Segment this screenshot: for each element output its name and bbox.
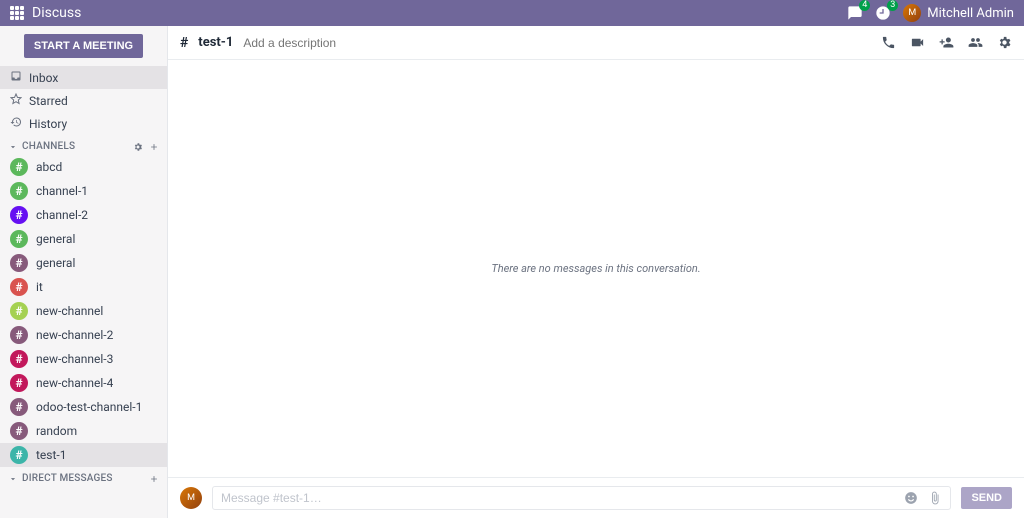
app-body: START A MEETING Inbox Starred History CHAN… <box>0 26 1024 518</box>
phone-icon[interactable] <box>881 35 896 50</box>
channel-item[interactable]: # random <box>0 419 167 443</box>
members-icon[interactable] <box>968 35 983 50</box>
channel-name: test-1 <box>36 448 66 462</box>
thread-title: # test-1 <box>180 35 443 51</box>
channel-item[interactable]: # channel-2 <box>0 203 167 227</box>
hash-icon: # <box>180 35 188 51</box>
channel-item[interactable]: # general <box>0 227 167 251</box>
channel-item[interactable]: # new-channel-4 <box>0 371 167 395</box>
empty-thread-text: There are no messages in this conversati… <box>491 262 700 275</box>
gear-icon[interactable] <box>997 35 1012 50</box>
messages-badge: 4 <box>859 0 870 11</box>
thread-header: # test-1 <box>168 26 1024 60</box>
navbar-right: 4 3 M Mitchell Admin <box>847 4 1014 22</box>
hash-icon: # <box>10 350 28 368</box>
channel-name: new-channel-4 <box>36 376 113 390</box>
avatar: M <box>180 487 202 509</box>
channel-item[interactable]: # new-channel-2 <box>0 323 167 347</box>
channel-item[interactable]: # new-channel <box>0 299 167 323</box>
channel-item[interactable]: # general <box>0 251 167 275</box>
channel-name: abcd <box>36 160 62 174</box>
mailbox-label: Inbox <box>29 71 58 85</box>
content: # test-1 There are no messages in this c… <box>168 26 1024 518</box>
channels-section-header[interactable]: CHANNELS <box>0 135 167 155</box>
hash-icon: # <box>10 446 28 464</box>
channel-name: new-channel-3 <box>36 352 113 366</box>
mailbox-label: History <box>29 117 67 131</box>
gear-icon[interactable] <box>133 142 143 152</box>
navbar-left: Discuss <box>10 5 81 21</box>
channel-item[interactable]: # test-1 <box>0 443 167 467</box>
hash-icon: # <box>10 302 28 320</box>
hash-icon: # <box>10 398 28 416</box>
hash-icon: # <box>10 182 28 200</box>
activities-indicator[interactable]: 3 <box>875 5 891 21</box>
channel-name: odoo-test-channel-1 <box>36 400 142 414</box>
avatar: M <box>903 4 921 22</box>
channel-name: general <box>36 256 75 270</box>
channel-item[interactable]: # it <box>0 275 167 299</box>
hash-icon: # <box>10 278 28 296</box>
chevron-down-icon <box>8 142 18 152</box>
attachment-icon[interactable] <box>928 491 942 505</box>
hash-icon: # <box>10 254 28 272</box>
user-name: Mitchell Admin <box>927 6 1014 21</box>
messages-indicator[interactable]: 4 <box>847 5 863 21</box>
channel-item[interactable]: # abcd <box>0 155 167 179</box>
add-user-icon[interactable] <box>939 35 954 50</box>
history-icon <box>10 116 22 131</box>
navbar: Discuss 4 3 M Mitchell Admin <box>0 0 1024 26</box>
hash-icon: # <box>10 206 28 224</box>
plus-icon[interactable] <box>149 474 159 484</box>
channel-item[interactable]: # odoo-test-channel-1 <box>0 395 167 419</box>
composer: M SEND <box>168 477 1024 518</box>
thread-name: test-1 <box>198 35 233 50</box>
composer-box[interactable] <box>212 486 951 510</box>
mailbox-star[interactable]: Starred <box>0 89 167 112</box>
hash-icon: # <box>10 230 28 248</box>
channel-name: new-channel-2 <box>36 328 113 342</box>
send-button[interactable]: SEND <box>961 487 1012 509</box>
channel-name: channel-2 <box>36 208 88 222</box>
channel-name: it <box>36 280 43 294</box>
start-meeting-button[interactable]: START A MEETING <box>24 34 143 58</box>
hash-icon: # <box>10 374 28 392</box>
hash-icon: # <box>10 422 28 440</box>
mailbox-inbox[interactable]: Inbox <box>0 66 167 89</box>
sidebar: START A MEETING Inbox Starred History CHAN… <box>0 26 168 518</box>
thread-body: There are no messages in this conversati… <box>168 60 1024 477</box>
channel-name: general <box>36 232 75 246</box>
chevron-down-icon <box>8 474 18 484</box>
channel-item[interactable]: # new-channel-3 <box>0 347 167 371</box>
channel-name: random <box>36 424 77 438</box>
apps-icon[interactable] <box>10 6 24 20</box>
hash-icon: # <box>10 158 28 176</box>
hash-icon: # <box>10 326 28 344</box>
emoji-icon[interactable] <box>904 491 918 505</box>
mailbox-history[interactable]: History <box>0 112 167 135</box>
mailbox-label: Starred <box>29 94 68 108</box>
thread-description-input[interactable] <box>243 36 443 50</box>
dm-label: DIRECT MESSAGES <box>22 473 113 484</box>
dm-section-header[interactable]: DIRECT MESSAGES <box>0 467 167 487</box>
star-icon <box>10 93 22 108</box>
thread-actions <box>881 35 1012 50</box>
channel-name: new-channel <box>36 304 103 318</box>
video-icon[interactable] <box>910 35 925 50</box>
app-title: Discuss <box>32 5 81 21</box>
plus-icon[interactable] <box>149 142 159 152</box>
channel-name: channel-1 <box>36 184 88 198</box>
channel-item[interactable]: # channel-1 <box>0 179 167 203</box>
channels-label: CHANNELS <box>22 141 75 152</box>
meeting-wrap: START A MEETING <box>0 26 167 66</box>
activities-badge: 3 <box>887 0 898 11</box>
inbox-icon <box>10 70 22 85</box>
user-menu[interactable]: M Mitchell Admin <box>903 4 1014 22</box>
message-input[interactable] <box>221 491 904 505</box>
